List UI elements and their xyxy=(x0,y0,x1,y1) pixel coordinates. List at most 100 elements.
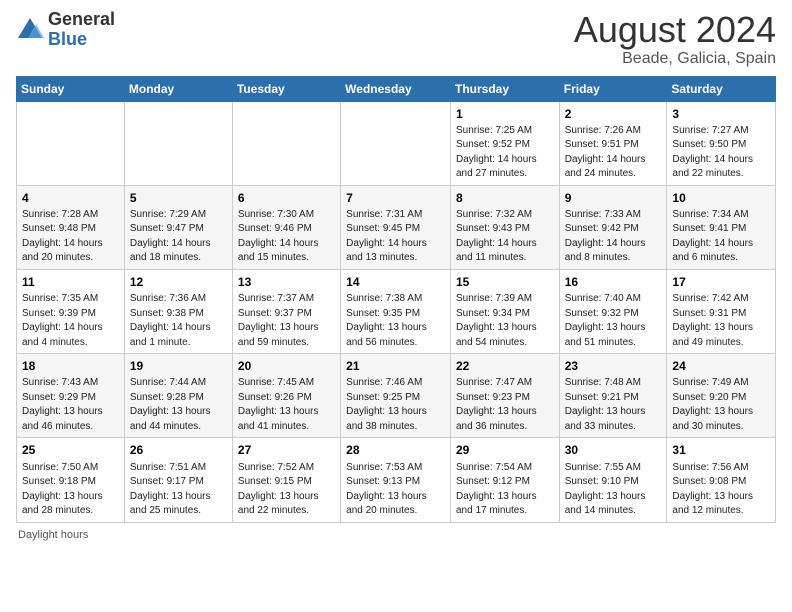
calendar-cell: 10 Sunrise: 7:34 AM Sunset: 9:41 PM Dayli… xyxy=(667,185,776,269)
day-number: 11 xyxy=(22,274,119,290)
day-number: 7 xyxy=(346,190,445,206)
header-day-sunday: Sunday xyxy=(17,76,125,101)
calendar-cell xyxy=(124,101,232,185)
calendar-header: SundayMondayTuesdayWednesdayThursdayFrid… xyxy=(17,76,776,101)
day-info: Sunrise: 7:40 AM Sunset: 9:32 PM Dayligh… xyxy=(565,293,646,348)
day-info: Sunrise: 7:51 AM Sunset: 9:17 PM Dayligh… xyxy=(130,462,211,517)
calendar-cell: 11 Sunrise: 7:35 AM Sunset: 9:39 PM Dayli… xyxy=(17,269,125,353)
calendar-cell: 13 Sunrise: 7:37 AM Sunset: 9:37 PM Dayli… xyxy=(232,269,340,353)
calendar-cell: 28Sunrise: 7:53 AM Sunset: 9:13 PM Dayli… xyxy=(341,438,451,522)
day-number: 10 xyxy=(672,190,770,206)
day-number: 8 xyxy=(456,190,554,206)
header-day-wednesday: Wednesday xyxy=(341,76,451,101)
day-info: Sunrise: 7:56 AM Sunset: 9:08 PM Dayligh… xyxy=(672,462,753,517)
calendar-cell: 4 Sunrise: 7:28 AM Sunset: 9:48 PM Daylig… xyxy=(17,185,125,269)
footer: Daylight hours xyxy=(16,529,776,541)
calendar-cell: 7 Sunrise: 7:31 AM Sunset: 9:45 PM Daylig… xyxy=(341,185,451,269)
day-info: Sunrise: 7:43 AM Sunset: 9:29 PM Dayligh… xyxy=(22,377,103,432)
day-number: 9 xyxy=(565,190,662,206)
day-number: 25 xyxy=(22,442,119,458)
logo-general: General xyxy=(48,10,115,30)
calendar-cell: 21 Sunrise: 7:46 AM Sunset: 9:25 PM Dayli… xyxy=(341,354,451,438)
day-number: 26 xyxy=(130,442,227,458)
day-info: Sunrise: 7:33 AM Sunset: 9:42 PM Dayligh… xyxy=(565,209,646,264)
day-info: Sunrise: 7:26 AM Sunset: 9:51 PM Dayligh… xyxy=(565,125,646,180)
calendar-cell xyxy=(341,101,451,185)
day-number: 29 xyxy=(456,442,554,458)
day-info: Sunrise: 7:31 AM Sunset: 9:45 PM Dayligh… xyxy=(346,209,427,264)
calendar-cell: 6Sunrise: 7:30 AM Sunset: 9:46 PM Daylig… xyxy=(232,185,340,269)
day-number: 6 xyxy=(238,190,335,206)
header-day-monday: Monday xyxy=(124,76,232,101)
day-number: 5 xyxy=(130,190,227,206)
day-number: 24 xyxy=(672,358,770,374)
calendar-cell: 27Sunrise: 7:52 AM Sunset: 9:15 PM Dayli… xyxy=(232,438,340,522)
calendar-cell: 15Sunrise: 7:39 AM Sunset: 9:34 PM Dayli… xyxy=(450,269,559,353)
day-info: Sunrise: 7:49 AM Sunset: 9:20 PM Dayligh… xyxy=(672,377,753,432)
calendar-cell xyxy=(17,101,125,185)
day-number: 21 xyxy=(346,358,445,374)
calendar-cell: 5Sunrise: 7:29 AM Sunset: 9:47 PM Daylig… xyxy=(124,185,232,269)
day-number: 20 xyxy=(238,358,335,374)
day-info: Sunrise: 7:52 AM Sunset: 9:15 PM Dayligh… xyxy=(238,462,319,517)
day-info: Sunrise: 7:37 AM Sunset: 9:37 PM Dayligh… xyxy=(238,293,319,348)
day-info: Sunrise: 7:27 AM Sunset: 9:50 PM Dayligh… xyxy=(672,125,753,180)
day-number: 4 xyxy=(22,190,119,206)
day-number: 22 xyxy=(456,358,554,374)
calendar-week-2: 4 Sunrise: 7:28 AM Sunset: 9:48 PM Daylig… xyxy=(17,185,776,269)
day-info: Sunrise: 7:34 AM Sunset: 9:41 PM Dayligh… xyxy=(672,209,753,264)
header: General Blue August 2024 Beade, Galicia,… xyxy=(16,10,776,68)
calendar-cell: 9 Sunrise: 7:33 AM Sunset: 9:42 PM Daylig… xyxy=(559,185,667,269)
calendar-body: 1Sunrise: 7:25 AM Sunset: 9:52 PM Daylig… xyxy=(17,101,776,522)
day-number: 23 xyxy=(565,358,662,374)
day-info: Sunrise: 7:55 AM Sunset: 9:10 PM Dayligh… xyxy=(565,462,646,517)
day-number: 18 xyxy=(22,358,119,374)
calendar-cell: 17 Sunrise: 7:42 AM Sunset: 9:31 PM Dayli… xyxy=(667,269,776,353)
calendar-cell: 25Sunrise: 7:50 AM Sunset: 9:18 PM Dayli… xyxy=(17,438,125,522)
day-info: Sunrise: 7:42 AM Sunset: 9:31 PM Dayligh… xyxy=(672,293,753,348)
day-number: 13 xyxy=(238,274,335,290)
calendar-cell: 18 Sunrise: 7:43 AM Sunset: 9:29 PM Dayli… xyxy=(17,354,125,438)
calendar-cell: 23Sunrise: 7:48 AM Sunset: 9:21 PM Dayli… xyxy=(559,354,667,438)
title-block: August 2024 Beade, Galicia, Spain xyxy=(574,10,776,68)
day-number: 17 xyxy=(672,274,770,290)
day-number: 31 xyxy=(672,442,770,458)
calendar-cell: 12Sunrise: 7:36 AM Sunset: 9:38 PM Dayli… xyxy=(124,269,232,353)
calendar-cell: 22 Sunrise: 7:47 AM Sunset: 9:23 PM Dayli… xyxy=(450,354,559,438)
day-info: Sunrise: 7:54 AM Sunset: 9:12 PM Dayligh… xyxy=(456,462,537,517)
day-info: Sunrise: 7:47 AM Sunset: 9:23 PM Dayligh… xyxy=(456,377,537,432)
calendar-week-4: 18 Sunrise: 7:43 AM Sunset: 9:29 PM Dayli… xyxy=(17,354,776,438)
day-number: 14 xyxy=(346,274,445,290)
calendar: SundayMondayTuesdayWednesdayThursdayFrid… xyxy=(16,76,776,523)
calendar-cell: 20Sunrise: 7:45 AM Sunset: 9:26 PM Dayli… xyxy=(232,354,340,438)
header-day-saturday: Saturday xyxy=(667,76,776,101)
title-location: Beade, Galicia, Spain xyxy=(574,50,776,68)
calendar-cell xyxy=(232,101,340,185)
day-number: 30 xyxy=(565,442,662,458)
title-month: August 2024 xyxy=(574,10,776,50)
daylight-label: Daylight hours xyxy=(18,529,88,541)
logo-text: General Blue xyxy=(48,10,115,50)
day-info: Sunrise: 7:46 AM Sunset: 9:25 PM Dayligh… xyxy=(346,377,427,432)
day-info: Sunrise: 7:32 AM Sunset: 9:43 PM Dayligh… xyxy=(456,209,537,264)
day-info: Sunrise: 7:28 AM Sunset: 9:48 PM Dayligh… xyxy=(22,209,103,264)
calendar-cell: 2Sunrise: 7:26 AM Sunset: 9:51 PM Daylig… xyxy=(559,101,667,185)
day-number: 1 xyxy=(456,106,554,122)
calendar-cell: 31 Sunrise: 7:56 AM Sunset: 9:08 PM Dayli… xyxy=(667,438,776,522)
day-info: Sunrise: 7:36 AM Sunset: 9:38 PM Dayligh… xyxy=(130,293,211,348)
calendar-cell: 19Sunrise: 7:44 AM Sunset: 9:28 PM Dayli… xyxy=(124,354,232,438)
day-number: 28 xyxy=(346,442,445,458)
calendar-cell: 29 Sunrise: 7:54 AM Sunset: 9:12 PM Dayli… xyxy=(450,438,559,522)
header-day-tuesday: Tuesday xyxy=(232,76,340,101)
calendar-cell: 8 Sunrise: 7:32 AM Sunset: 9:43 PM Daylig… xyxy=(450,185,559,269)
calendar-week-1: 1Sunrise: 7:25 AM Sunset: 9:52 PM Daylig… xyxy=(17,101,776,185)
calendar-cell: 1Sunrise: 7:25 AM Sunset: 9:52 PM Daylig… xyxy=(450,101,559,185)
logo: General Blue xyxy=(16,10,115,50)
header-day-friday: Friday xyxy=(559,76,667,101)
logo-icon xyxy=(16,16,44,44)
calendar-week-3: 11 Sunrise: 7:35 AM Sunset: 9:39 PM Dayli… xyxy=(17,269,776,353)
page: General Blue August 2024 Beade, Galicia,… xyxy=(0,0,792,612)
day-info: Sunrise: 7:35 AM Sunset: 9:39 PM Dayligh… xyxy=(22,293,103,348)
calendar-cell: 30 Sunrise: 7:55 AM Sunset: 9:10 PM Dayli… xyxy=(559,438,667,522)
calendar-cell: 24 Sunrise: 7:49 AM Sunset: 9:20 PM Dayli… xyxy=(667,354,776,438)
